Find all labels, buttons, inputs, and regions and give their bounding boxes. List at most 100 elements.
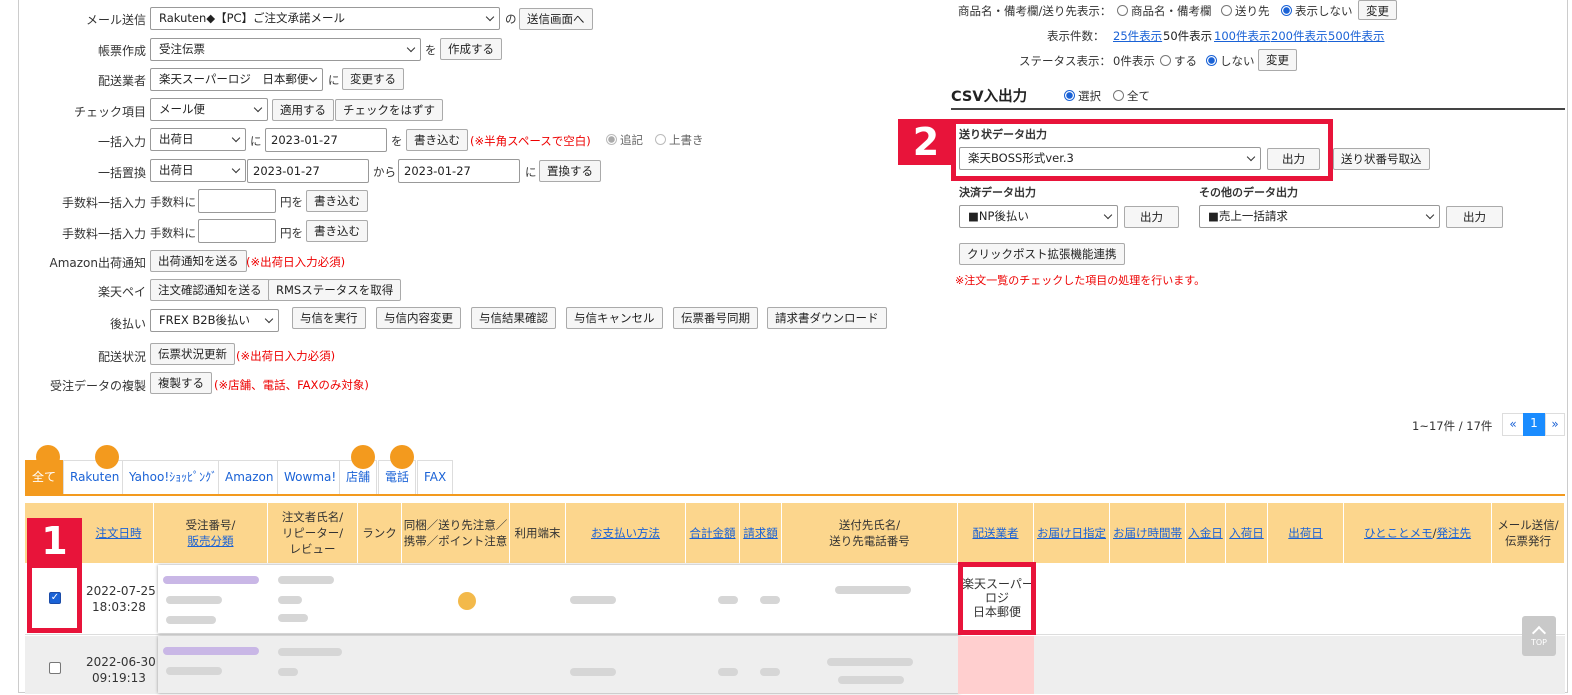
display-opt-dest-circle (1221, 5, 1232, 16)
back-to-top-button[interactable]: TOP (1522, 616, 1556, 656)
replace-to-field[interactable]: 2023-01-27 (398, 159, 520, 183)
tab-wowma[interactable]: Wowma! (277, 460, 344, 495)
uncheck-button[interactable]: チェックをはずす (335, 99, 443, 121)
tab-yahoo[interactable]: Yahoo!ｼｮｯﾋﾟﾝｸﾞ (122, 460, 225, 495)
mail-template-select[interactable]: Rakuten◆【PC】ご注文承諾メール (150, 7, 500, 30)
fee2-label: 手数料一括入力 (61, 227, 146, 241)
fee2-suffix: 円を (280, 226, 303, 240)
row2-blur (163, 647, 259, 655)
col-supplier-link[interactable]: 発注先 (1437, 526, 1472, 540)
credit-exec-button[interactable]: 与信を実行 (292, 307, 366, 329)
display-change-button[interactable]: 変更 (1358, 0, 1397, 20)
send-screen-button[interactable]: 送信画面へ (519, 8, 593, 30)
pagination-next[interactable]: » (1545, 413, 1565, 436)
replace-from-field[interactable]: 2023-01-27 (247, 159, 369, 183)
settlement-select[interactable]: ■NP後払い (959, 205, 1118, 228)
fee1-write-button[interactable]: 書き込む (306, 190, 368, 212)
status-change-button[interactable]: 変更 (1258, 49, 1297, 71)
invoice-download-button[interactable]: 請求書ダウンロード (767, 307, 887, 329)
col-payment[interactable]: お支払い方法 (566, 503, 686, 563)
deferred-select[interactable]: FREX B2B後払い (150, 309, 279, 332)
bulk-input-date-field[interactable]: 2023-01-27 (265, 128, 387, 152)
slip-number-sync-button[interactable]: 伝票番号同期 (673, 307, 758, 329)
display-opt-product-circle (1117, 5, 1128, 16)
display-opt-dest[interactable]: 送り先 (1221, 3, 1270, 19)
slip-status-update-button[interactable]: 伝票状況更新 (150, 343, 235, 365)
col-sales-class-link[interactable]: 販売分類 (188, 534, 234, 548)
col-arrival-date[interactable]: 入荷日 (1226, 503, 1268, 563)
col-memo-link[interactable]: ひとことメモ (1364, 526, 1433, 540)
col-billing[interactable]: 請求額 (740, 503, 782, 563)
change-carrier-button[interactable]: 変更する (342, 68, 404, 90)
carrier-label: 配送業者 (97, 74, 146, 88)
amazon-label: Amazon出荷通知 (49, 256, 147, 270)
apply-button[interactable]: 適用する (272, 99, 334, 121)
credit-result-button[interactable]: 与信結果確認 (471, 307, 556, 329)
tab-amazon[interactable]: Amazon (218, 460, 281, 495)
credit-change-button[interactable]: 与信内容変更 (376, 307, 461, 329)
write-button[interactable]: 書き込む (406, 129, 468, 151)
display-opt-hide[interactable]: 表示しない (1281, 3, 1353, 19)
count-25-link[interactable]: 25件表示 (1113, 28, 1162, 44)
other-output-button[interactable]: 出力 (1446, 206, 1503, 228)
display-opt-product[interactable]: 商品名・備考欄 (1117, 3, 1212, 19)
pagination-prev[interactable]: « (1502, 413, 1524, 436)
carrier-select[interactable]: 楽天スーパーロジ 日本郵便 (150, 68, 323, 91)
csv-opt-selected[interactable]: 選択 (1064, 88, 1101, 104)
rakuten-pay-label: 楽天ペイ (97, 285, 146, 299)
count-100-link[interactable]: 100件表示 (1214, 28, 1270, 44)
csv-divider (951, 108, 1565, 110)
csv-opt-all[interactable]: 全て (1113, 88, 1150, 104)
pagination-page-1[interactable]: 1 (1523, 413, 1545, 436)
fee2-write-button[interactable]: 書き込む (306, 220, 368, 242)
status-opt-hide[interactable]: しない (1206, 53, 1255, 69)
col-order-date[interactable]: 注文日時 (84, 503, 154, 563)
append-label: 追記 (620, 133, 643, 147)
append-radio[interactable]: 追記 (606, 132, 643, 148)
replace-button[interactable]: 置換する (539, 160, 601, 182)
check-item-select[interactable]: メール便 (150, 98, 268, 121)
row1-blur (718, 596, 738, 604)
row2-checkbox[interactable] (49, 662, 61, 674)
fee1-label: 手数料一括入力 (61, 196, 146, 210)
credit-cancel-button[interactable]: 与信キャンセル (566, 307, 663, 329)
rms-status-button[interactable]: RMSステータスを取得 (268, 279, 402, 301)
row2-blur (278, 668, 298, 676)
display-mode-label: 商品名・備考欄/送り先表示： (958, 4, 1112, 18)
col-delivery-date[interactable]: お届け日指定 (1034, 503, 1110, 563)
tab-fax[interactable]: FAX (417, 460, 454, 495)
tab-all-badge (36, 445, 60, 469)
col-carrier[interactable]: 配送業者 (958, 503, 1034, 563)
count-200-link[interactable]: 200件表示 (1271, 28, 1327, 44)
highlight-box-1 (27, 563, 82, 633)
csv-opt-all-label: 全て (1127, 89, 1150, 103)
overwrite-radio[interactable]: 上書き (655, 132, 704, 148)
col-payment-date[interactable]: 入金日 (1186, 503, 1226, 563)
checked-items-note: ※注文一覧のチェックした項目の処理を行います。 (955, 274, 1206, 287)
bulk-replace-select[interactable]: 出荷日 (150, 159, 246, 182)
status-opt-show[interactable]: する (1160, 53, 1197, 69)
fee1-input[interactable] (198, 189, 276, 213)
bulk-input-label: 一括入力 (97, 135, 146, 149)
bulk-input-select[interactable]: 出荷日 (150, 128, 246, 151)
replace-conn2: に (525, 165, 537, 179)
clickpost-button[interactable]: クリックポスト拡張機能連携 (959, 243, 1125, 265)
count-500-link[interactable]: 500件表示 (1328, 28, 1384, 44)
other-data-select[interactable]: ■売上一括請求 (1199, 205, 1440, 228)
slip-label: 帳票作成 (97, 44, 146, 58)
carrier-conn: に (328, 73, 340, 87)
col-ship-date[interactable]: 出荷日 (1268, 503, 1344, 563)
waybill-number-import-button[interactable]: 送り状番号取込 (1333, 148, 1430, 170)
fee2-input[interactable] (198, 219, 276, 243)
settlement-output-button[interactable]: 出力 (1124, 206, 1179, 228)
col-order-number: 受注番号/販売分類 (154, 503, 268, 563)
order-confirm-notify-button[interactable]: 注文確認通知を送る (150, 279, 270, 301)
slip-select[interactable]: 受注伝票 (150, 38, 421, 61)
tab-rakuten[interactable]: Rakuten (63, 460, 127, 495)
col-delivery-time[interactable]: お届け時間帯 (1110, 503, 1186, 563)
status-opt-show-label: する (1174, 54, 1197, 68)
amazon-ship-notify-button[interactable]: 出荷通知を送る (150, 250, 247, 272)
duplicate-button[interactable]: 複製する (150, 372, 212, 394)
col-total[interactable]: 合計金額 (686, 503, 740, 563)
create-button[interactable]: 作成する (440, 38, 502, 60)
